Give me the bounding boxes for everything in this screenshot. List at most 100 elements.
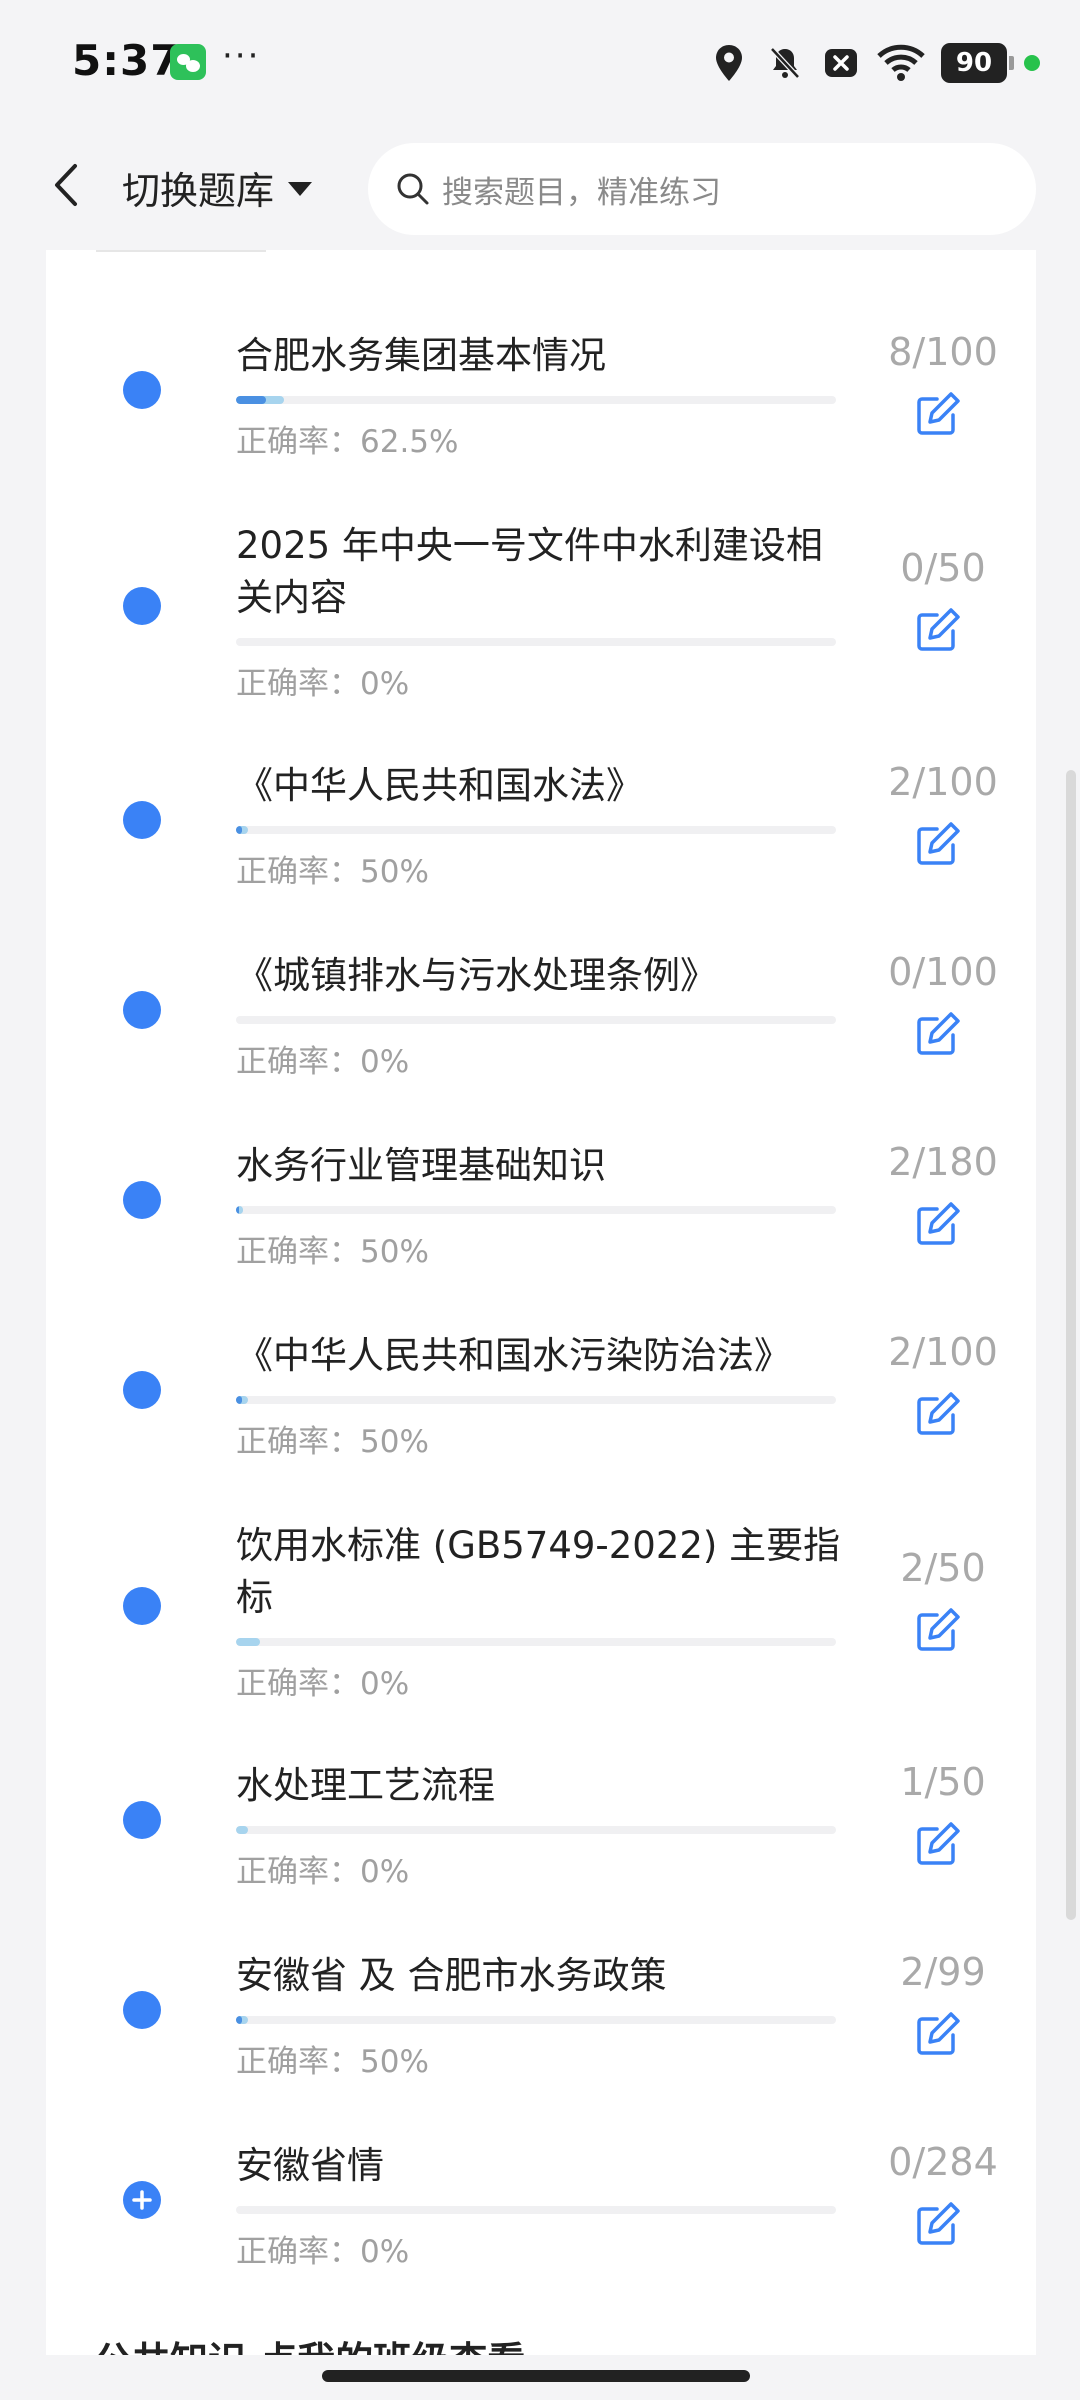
home-indicator[interactable] <box>322 2370 750 2382</box>
chapter-row[interactable]: 合肥水务集团基本情况正确率：62.5% 8/100 <box>46 320 1036 460</box>
chapter-title: 水务行业管理基础知识 <box>236 1144 606 1187</box>
chapter-progress-bar <box>236 2016 836 2024</box>
chapter-dot-icon <box>123 371 161 409</box>
wifi-icon <box>877 43 925 83</box>
chapter-row[interactable]: 水务行业管理基础知识正确率：50% 2/180 <box>46 1130 1036 1270</box>
chapter-title: 《城镇排水与污水处理条例》 <box>236 954 717 997</box>
chapter-count: 2/100 <box>888 1330 998 1374</box>
mute-bell-icon <box>765 43 805 83</box>
edit-practice-icon[interactable] <box>913 1198 963 1248</box>
chapter-title: 饮用水标准 (GB5749-2022) 主要指标 <box>236 1524 841 1619</box>
wechat-icon <box>170 44 206 80</box>
chapter-accuracy: 正确率：0% <box>236 666 410 702</box>
chapter-count: 8/100 <box>888 330 998 374</box>
status-time: 5:37 <box>72 36 181 85</box>
progress-correct-fill <box>236 1396 242 1404</box>
search-icon <box>397 173 429 205</box>
chapter-accuracy: 正确率：62.5% <box>236 424 459 460</box>
chapter-progress-bar <box>236 2206 836 2214</box>
chapter-dot-icon <box>123 801 161 839</box>
chapter-title: 安徽省情 <box>236 2144 384 2187</box>
switch-question-bank-dropdown[interactable]: 切换题库 <box>122 157 313 217</box>
chapter-dot-icon <box>123 1801 161 1839</box>
edit-practice-icon[interactable] <box>913 1604 963 1654</box>
switch-bank-label: 切换题库 <box>122 168 275 213</box>
battery-level: 90 <box>941 43 1007 83</box>
progress-correct-fill <box>236 1206 240 1214</box>
chapter-row[interactable]: 2025 年中央一号文件中水利建设相关内容正确率：0% 0/50 <box>46 510 1036 702</box>
search-input[interactable]: 搜索题目，精准练习 <box>368 143 1036 235</box>
chapter-title: 水处理工艺流程 <box>236 1764 495 1807</box>
chapter-row[interactable]: 《城镇排水与污水处理条例》正确率：0% 0/100 <box>46 940 1036 1080</box>
divider <box>96 250 266 252</box>
chapter-progress-bar <box>236 826 836 834</box>
chapter-row[interactable]: 水处理工艺流程正确率：0% 1/50 <box>46 1750 1036 1890</box>
chapter-title: 合肥水务集团基本情况 <box>236 334 606 377</box>
search-placeholder: 搜索题目，精准练习 <box>442 174 721 211</box>
edit-practice-icon[interactable] <box>913 388 963 438</box>
edit-practice-icon[interactable] <box>913 2198 963 2248</box>
more-notifications-icon: ··· <box>222 36 261 76</box>
edit-practice-icon[interactable] <box>913 2008 963 2058</box>
edit-practice-icon[interactable] <box>913 1388 963 1438</box>
chapter-count: 0/100 <box>888 950 998 994</box>
chapter-progress-bar <box>236 1016 836 1024</box>
progress-correct-fill <box>236 826 242 834</box>
chapter-title: 《中华人民共和国水污染防治法》 <box>236 1334 791 1377</box>
chapter-count: 0/284 <box>888 2140 998 2184</box>
chapter-dot-icon <box>123 1991 161 2029</box>
progress-correct-fill <box>236 2016 243 2024</box>
chapter-accuracy: 正确率：50% <box>236 854 429 890</box>
expand-plus-icon[interactable] <box>123 2181 161 2219</box>
chapter-count: 2/180 <box>888 1140 998 1184</box>
progress-correct-fill <box>236 396 266 404</box>
back-button[interactable] <box>36 155 96 215</box>
caret-down-icon <box>288 182 313 196</box>
chapter-progress-bar <box>236 1826 836 1834</box>
chapter-dot-icon <box>123 1181 161 1219</box>
chapter-count: 1/50 <box>900 1760 986 1804</box>
edit-practice-icon[interactable] <box>913 604 963 654</box>
chapter-accuracy: 正确率：0% <box>236 1044 410 1080</box>
edit-practice-icon[interactable] <box>913 1008 963 1058</box>
chapter-row[interactable]: 安徽省情正确率：0% 0/284 <box>46 2130 1036 2270</box>
chapter-accuracy: 正确率：50% <box>236 1424 429 1460</box>
location-icon <box>709 43 749 83</box>
chapter-progress-bar <box>236 1638 836 1646</box>
chapter-progress-bar <box>236 396 836 404</box>
privacy-indicator-dot <box>1024 55 1040 71</box>
chapter-dot-icon <box>123 587 161 625</box>
chapter-accuracy: 正确率：50% <box>236 2044 429 2080</box>
chapter-accuracy: 正确率：50% <box>236 1234 429 1270</box>
chapter-count: 0/50 <box>900 546 986 590</box>
chapter-count: 2/50 <box>900 1546 986 1590</box>
chapter-progress-bar <box>236 1396 836 1404</box>
chapter-count: 2/99 <box>900 1950 986 1994</box>
status-bar: 5:37 ··· 90 <box>0 0 1080 125</box>
chapter-progress-bar <box>236 1206 836 1214</box>
chevron-left-icon <box>55 164 77 206</box>
edit-practice-icon[interactable] <box>913 1818 963 1868</box>
chapter-row[interactable]: 《中华人民共和国水法》 正确率：50% 2/100 <box>46 750 1036 890</box>
top-nav-bar: 切换题库 搜索题目，精准练习 <box>0 125 1080 250</box>
chapter-title: 2025 年中央一号文件中水利建设相关内容 <box>236 524 823 619</box>
chapter-row[interactable]: 《中华人民共和国水污染防治法》正确率：50% 2/100 <box>46 1320 1036 1460</box>
edit-practice-icon[interactable] <box>913 818 963 868</box>
chapter-dot-icon <box>123 1371 161 1409</box>
chapter-dot-icon <box>123 991 161 1029</box>
close-box-icon <box>821 43 861 83</box>
chapter-accuracy: 正确率：0% <box>236 2234 410 2270</box>
scrollbar[interactable] <box>1066 770 1076 1920</box>
chapter-accuracy: 正确率：0% <box>236 1666 410 1702</box>
chapter-progress-bar <box>236 638 836 646</box>
battery-icon: 90 <box>941 43 1040 83</box>
chapter-accuracy: 正确率：0% <box>236 1854 410 1890</box>
chapter-list-card: 合肥水务集团基本情况正确率：62.5% 8/100 2025 年中央一号文件中水利建… <box>46 250 1036 2370</box>
progress-answered-fill <box>236 1638 260 1646</box>
chapter-count: 2/100 <box>888 760 998 804</box>
chapter-title: 安徽省 及 合肥市水务政策 <box>236 1954 667 1997</box>
chapter-row[interactable]: 安徽省 及 合肥市水务政策正确率：50% 2/99 <box>46 1940 1036 2080</box>
chapter-row[interactable]: 饮用水标准 (GB5749-2022) 主要指标正确率：0% 2/50 <box>46 1510 1036 1702</box>
progress-answered-fill <box>236 1826 248 1834</box>
chapter-dot-icon <box>123 1587 161 1625</box>
